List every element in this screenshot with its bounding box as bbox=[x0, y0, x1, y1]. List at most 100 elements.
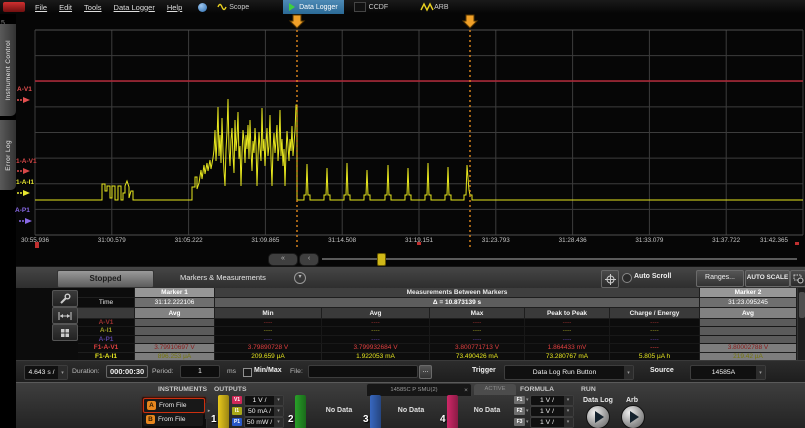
tab-data-logger[interactable]: Data Logger bbox=[283, 0, 344, 14]
table-row[interactable]: A-V1 ---- ---- ---- ---- ---- bbox=[78, 319, 797, 327]
marker1-header[interactable]: Marker 1 bbox=[135, 288, 215, 298]
period-label: Period: bbox=[152, 368, 174, 375]
tab-scope[interactable]: Scope bbox=[211, 0, 255, 14]
x-tick: 31:14.508 bbox=[312, 237, 372, 244]
badge-f3: F3 bbox=[514, 418, 525, 426]
stopped-button[interactable]: Stopped bbox=[57, 270, 154, 288]
auto-scale-button[interactable]: AUTO SCALE bbox=[745, 270, 790, 287]
play-icon bbox=[630, 411, 639, 423]
menu-edit[interactable]: Edit bbox=[59, 3, 72, 12]
menu-data-logger[interactable]: Data Logger bbox=[114, 3, 155, 12]
tab-ccdf-label: CCDF bbox=[369, 4, 388, 11]
tools-button[interactable] bbox=[52, 290, 78, 307]
input-source-box: A From File B From File bbox=[141, 396, 207, 428]
x-tick: 31:33.079 bbox=[619, 237, 679, 244]
f2-row: F2 ▾ 1 V /▾ bbox=[514, 406, 582, 416]
file-label: File: bbox=[290, 368, 303, 375]
x-tick: 31:05.222 bbox=[159, 237, 219, 244]
v1-range-dropdown[interactable]: 1 V /▾ bbox=[244, 395, 284, 406]
minmax-checkbox[interactable] bbox=[243, 368, 252, 377]
table-row[interactable]: F1-A-V1 3.79910697 V 3.79890728 V 3.7999… bbox=[78, 344, 797, 352]
marker2-header[interactable]: Marker 2 bbox=[700, 288, 797, 298]
channel-3-no-data: No Data bbox=[388, 407, 434, 414]
f1-range-dropdown[interactable]: 1 V /▾ bbox=[530, 395, 574, 406]
badge-i1: I1 bbox=[232, 407, 242, 415]
tab-ccdf[interactable]: CCDF bbox=[348, 0, 394, 14]
f2-range-dropdown[interactable]: 1 V /▾ bbox=[530, 406, 574, 417]
status-toolbar: Stopped Markers & Measurements ▾ Auto Sc… bbox=[16, 266, 805, 289]
scroll-handle[interactable] bbox=[377, 253, 386, 266]
formula-section: F1 ▾ 1 V /▾ F2 ▾ 1 V /▾ F3 ▾ 1 V /▾ bbox=[514, 395, 582, 427]
close-icon[interactable]: × bbox=[461, 387, 471, 394]
caret-down-icon: ▾ bbox=[58, 366, 67, 379]
menu-tools[interactable]: Tools bbox=[84, 3, 102, 12]
table-row[interactable]: A-P1 ---- ---- ---- ---- ---- bbox=[78, 336, 797, 344]
menu-file[interactable]: File bbox=[35, 3, 47, 12]
ranges-button[interactable]: Ranges... bbox=[696, 270, 744, 287]
x-tick: 31:42.365 bbox=[745, 237, 803, 244]
active-tab[interactable]: ACTIVE bbox=[474, 384, 516, 395]
browse-button[interactable]: ... bbox=[419, 365, 432, 379]
menu-help[interactable]: Help bbox=[167, 3, 182, 12]
badge-v1: V1 bbox=[232, 396, 242, 404]
period-unit: ms bbox=[227, 368, 236, 375]
col-min: Min bbox=[215, 308, 322, 319]
p1-range-dropdown[interactable]: 50 mW /▾ bbox=[244, 417, 284, 428]
table-row[interactable]: A-I1 ---- ---- ---- ---- ---- bbox=[78, 327, 797, 335]
source-dropdown[interactable]: 14585A▾ bbox=[690, 365, 766, 380]
arb-run-button[interactable] bbox=[621, 405, 645, 428]
x-tick: 31:09.865 bbox=[235, 237, 295, 244]
auto-scroll-toggle-icon[interactable] bbox=[622, 273, 632, 283]
channel-1-bar bbox=[218, 395, 229, 428]
file-input[interactable] bbox=[308, 365, 418, 378]
table-scrollbar-thumb[interactable] bbox=[799, 292, 805, 318]
auto-scroll-label[interactable]: Auto Scroll bbox=[634, 273, 671, 280]
channel-label-av1[interactable]: A-V1 bbox=[17, 86, 32, 93]
duration-value[interactable]: 000:00:30 bbox=[106, 365, 148, 378]
caret-down-icon[interactable]: ▾ bbox=[526, 397, 529, 403]
badge-p1: P1 bbox=[232, 418, 242, 426]
ccdf-icon bbox=[354, 2, 366, 12]
channel-2-bar bbox=[295, 395, 306, 428]
marker-span-button[interactable] bbox=[52, 307, 78, 324]
zoom-region-button[interactable] bbox=[790, 270, 805, 287]
trigger-dropdown[interactable]: Data Log Run Button▾ bbox=[504, 365, 634, 380]
f3-range-dropdown[interactable]: 1 V /▾ bbox=[530, 417, 574, 428]
table-scrollbar[interactable] bbox=[797, 288, 805, 360]
time-per-div-dropdown[interactable]: 4.643 s /▾ bbox=[24, 365, 68, 380]
time-label: Time bbox=[78, 298, 135, 308]
grid-view-button[interactable] bbox=[52, 324, 78, 341]
caret-down-icon[interactable]: ▾ bbox=[526, 419, 529, 425]
chevron-down-icon[interactable]: ▾ bbox=[294, 272, 306, 284]
channel-label-ap1[interactable]: A-P1 bbox=[15, 207, 30, 214]
info-icon[interactable] bbox=[198, 3, 207, 12]
app-logo-icon bbox=[3, 2, 25, 12]
sidebar-tab-instrument-control[interactable]: Instrument Control bbox=[0, 24, 16, 116]
input-a-from-file-button[interactable]: A From File bbox=[143, 398, 205, 413]
scroll-track[interactable] bbox=[322, 258, 797, 260]
waveform-chart[interactable] bbox=[0, 0, 805, 266]
x-tick: 30:55.936 bbox=[5, 237, 65, 244]
tab-arb[interactable]: ARB bbox=[414, 0, 454, 14]
table-header-row: Marker 1 Measurements Between Markers Ma… bbox=[78, 288, 797, 298]
outputs-header: OUTPUTS bbox=[214, 386, 246, 393]
caret-down-icon: ▾ bbox=[564, 396, 573, 405]
wrench-icon bbox=[59, 293, 71, 305]
log-settings-bar: 4.643 s /▾ Duration: 000:00:30 Period: 1… bbox=[16, 360, 805, 383]
caret-down-icon[interactable]: ▾ bbox=[526, 408, 529, 414]
scroll-rewind-button[interactable]: « bbox=[268, 253, 298, 266]
period-input[interactable]: 1 bbox=[180, 365, 220, 378]
sine-wave-icon bbox=[217, 2, 229, 12]
chart-area[interactable]: A-V1 F1-A-V1 F1-A-I1 A-P1 30:55.936 31:0… bbox=[0, 0, 805, 266]
data-log-run-button[interactable] bbox=[586, 405, 610, 428]
caret-down-icon: ▾ bbox=[274, 407, 283, 416]
crosshair-button[interactable] bbox=[601, 270, 619, 288]
scroll-back-button[interactable]: ‹ bbox=[299, 253, 319, 266]
v1-row: V1 1 V /▾ bbox=[232, 395, 298, 405]
i1-range-dropdown[interactable]: 50 mA /▾ bbox=[244, 406, 284, 417]
sidebar-tab-error-log[interactable]: Error Log bbox=[0, 120, 16, 190]
zoom-region-icon bbox=[793, 273, 804, 284]
caret-down-icon: ▾ bbox=[274, 418, 283, 427]
x-tick: 31:28.436 bbox=[543, 237, 603, 244]
input-b-from-file-button[interactable]: B From File bbox=[143, 413, 203, 426]
